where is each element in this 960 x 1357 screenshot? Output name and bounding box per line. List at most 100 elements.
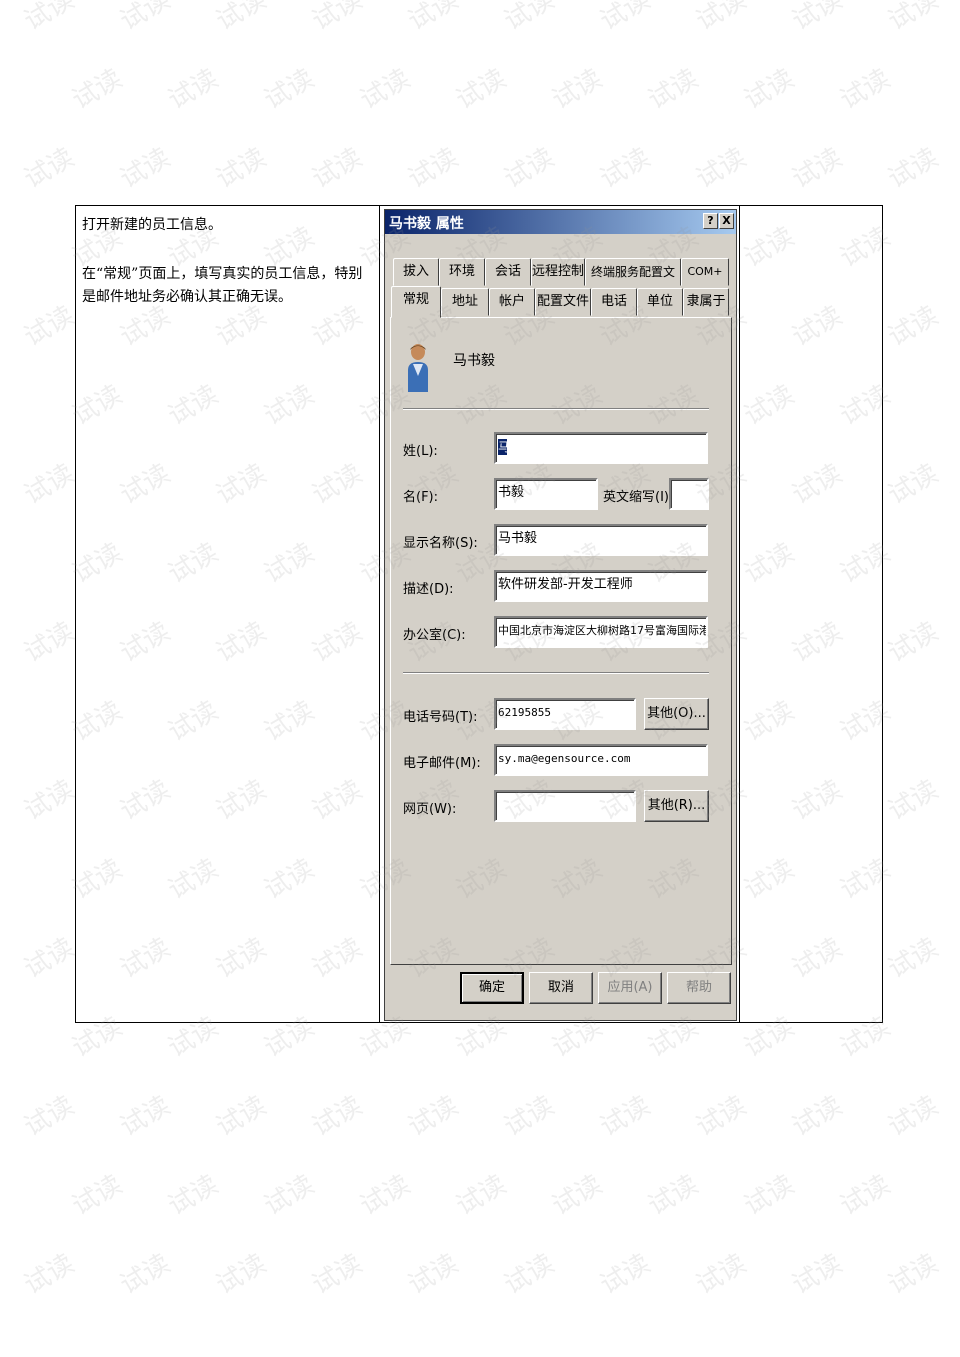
tab-account[interactable]: 帐户 (489, 288, 535, 316)
watermark-text: 试读 (211, 142, 272, 195)
dialog-title: 马书毅 属性 (389, 216, 464, 232)
tab-telephones[interactable]: 电话 (591, 288, 637, 316)
watermark-text: 试读 (115, 0, 176, 37)
instruction-line-2: 在“常规”页面上，填写真实的员工信息，特别是邮件地址务必确认其正确无误。 (82, 266, 363, 305)
phone-other-button[interactable]: 其他(O)... (644, 698, 709, 730)
watermark-text: 试读 (739, 63, 800, 116)
webpage-input[interactable] (494, 790, 636, 822)
web-other-button[interactable]: 其他(R)... (644, 790, 709, 822)
given-name-input[interactable]: 书毅 (494, 478, 598, 510)
watermark-text: 试读 (307, 1090, 368, 1143)
display-name-label: 显示名称(S): (403, 536, 478, 551)
watermark-text: 试读 (883, 458, 944, 511)
watermark-text: 试读 (451, 1169, 512, 1222)
properties-dialog: 马书毅 属性 ? X 拔入 环境 会话 远程控制 终端服务配置文件 COM+ 常… (384, 209, 737, 1021)
watermark-text: 试读 (787, 142, 848, 195)
watermark-text: 试读 (835, 63, 896, 116)
office-label: 办公室(C): (403, 628, 466, 643)
email-input[interactable]: sy.ma@egensource.com (494, 744, 708, 776)
watermark-text: 试读 (211, 0, 272, 37)
watermark-text: 试读 (595, 0, 656, 37)
tab-member-of[interactable]: 隶属于 (683, 288, 729, 316)
surname-value: 马 (498, 438, 511, 455)
user-icon (408, 344, 428, 392)
help-button[interactable]: 帮助 (667, 972, 731, 1004)
watermark-text: 试读 (163, 63, 224, 116)
apply-button[interactable]: 应用(A) (598, 972, 662, 1004)
watermark-text: 试读 (19, 300, 80, 353)
general-tab-panel: 马书毅 姓(L): 马 名(F): 书毅 英文缩写(I): 显示名称(S): 马… (390, 317, 732, 965)
watermark-text: 试读 (403, 1090, 464, 1143)
watermark-text: 试读 (691, 0, 752, 37)
watermark-text: 试读 (67, 1169, 128, 1222)
tab-terminal-services[interactable]: 终端服务配置文件 (585, 258, 681, 305)
watermark-text: 试读 (307, 0, 368, 37)
watermark-text: 试读 (883, 1090, 944, 1143)
given-name-label: 名(F): (403, 490, 439, 505)
dialog-titlebar[interactable]: 马书毅 属性 ? X (385, 210, 736, 234)
watermark-text: 试读 (403, 142, 464, 195)
watermark-text: 试读 (211, 1248, 272, 1301)
instruction-line-1: 打开新建的员工信息。 (82, 217, 222, 233)
description-input[interactable]: 软件研发部-开发工程师 (494, 570, 708, 602)
tab-general[interactable]: 常规 (391, 286, 441, 318)
watermark-text: 试读 (883, 0, 944, 37)
table-column-divider (379, 206, 380, 1022)
watermark-text: 试读 (691, 1248, 752, 1301)
tab-remote-control[interactable]: 远程控制 (531, 258, 585, 286)
tab-environment[interactable]: 环境 (439, 258, 485, 286)
phone-input[interactable]: 62195855 (494, 698, 636, 730)
watermark-text: 试读 (355, 1169, 416, 1222)
initials-input[interactable] (669, 478, 709, 510)
watermark-text: 试读 (115, 1248, 176, 1301)
watermark-text: 试读 (403, 0, 464, 37)
watermark-text: 试读 (835, 1169, 896, 1222)
watermark-text: 试读 (307, 1248, 368, 1301)
tab-sessions[interactable]: 会话 (485, 258, 531, 286)
watermark-text: 试读 (547, 63, 608, 116)
office-input[interactable]: 中国北京市海淀区大柳树路17号富海国际港602 (494, 616, 708, 648)
help-title-button[interactable]: ? (703, 213, 718, 229)
watermark-text: 试读 (787, 0, 848, 37)
cancel-button[interactable]: 取消 (529, 972, 593, 1004)
watermark-text: 试读 (883, 1248, 944, 1301)
watermark-text: 试读 (595, 1090, 656, 1143)
close-title-button[interactable]: X (719, 213, 734, 229)
phone-label: 电话号码(T): (403, 710, 478, 725)
tab-dial-in[interactable]: 拔入 (393, 258, 439, 286)
ok-button[interactable]: 确定 (460, 972, 524, 1004)
watermark-text: 试读 (883, 774, 944, 827)
watermark-text: 试读 (19, 1248, 80, 1301)
watermark-text: 试读 (355, 63, 416, 116)
instruction-text: 打开新建的员工信息。 在“常规”页面上，填写真实的员工信息，特别是邮件地址务必确… (82, 214, 374, 309)
tab-profile[interactable]: 配置文件 (535, 288, 591, 316)
separator (403, 672, 709, 674)
watermark-text: 试读 (739, 1169, 800, 1222)
watermark-text: 试读 (691, 142, 752, 195)
watermark-text: 试读 (547, 1169, 608, 1222)
watermark-text: 试读 (403, 1248, 464, 1301)
description-label: 描述(D): (403, 582, 454, 597)
surname-label: 姓(L): (403, 444, 438, 459)
watermark-text: 试读 (19, 932, 80, 985)
surname-input[interactable]: 马 (494, 432, 708, 464)
watermark-text: 试读 (691, 1090, 752, 1143)
user-display-name: 马书毅 (453, 353, 495, 369)
tab-address[interactable]: 地址 (441, 288, 489, 316)
table-column-divider (739, 206, 740, 1022)
watermark-text: 试读 (19, 0, 80, 37)
watermark-text: 试读 (499, 0, 560, 37)
watermark-text: 试读 (19, 458, 80, 511)
separator (403, 408, 709, 410)
watermark-text: 试读 (259, 1169, 320, 1222)
tab-com-plus[interactable]: COM+ (681, 258, 729, 286)
watermark-text: 试读 (643, 63, 704, 116)
email-label: 电子邮件(M): (403, 756, 481, 771)
watermark-text: 试读 (787, 1248, 848, 1301)
watermark-text: 试读 (595, 1248, 656, 1301)
display-name-input[interactable]: 马书毅 (494, 524, 708, 556)
watermark-text: 试读 (883, 300, 944, 353)
tab-organization[interactable]: 单位 (637, 288, 683, 316)
initials-label: 英文缩写(I): (603, 490, 674, 505)
watermark-text: 试读 (643, 1169, 704, 1222)
